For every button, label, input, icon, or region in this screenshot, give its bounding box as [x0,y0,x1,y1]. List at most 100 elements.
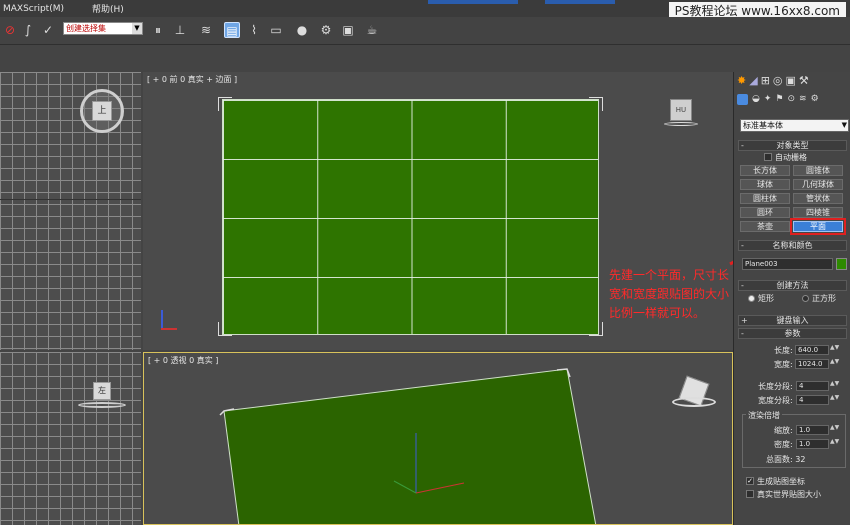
panel-tabs: ✸ ◢ ⊞ ◎ ▣ ⚒ [737,74,848,90]
cone-button[interactable]: 圆锥体 [793,165,843,176]
render-frame-icon[interactable]: ▣ [340,22,356,38]
autogrid-checkbox[interactable] [764,153,772,161]
helpers-icon[interactable]: ⊙ [787,94,795,110]
align-icon[interactable]: ⊥ [172,22,188,38]
viewcube-face[interactable]: HU [670,99,692,121]
rollout-creation-method[interactable]: - 创建方法 [738,280,847,291]
hierarchy-tab-icon[interactable]: ⊞ [761,74,770,90]
annotation-text: 先建一个平面，尺寸长宽和宽度跟贴图的大小比例一样就可以。 [609,268,730,320]
width-label: 宽度: [774,360,793,369]
menu-help[interactable]: 帮助(H) [89,2,131,15]
object-name-input[interactable]: Plane003 [742,258,833,270]
viewcube-ring [672,397,716,407]
selection-bracket [218,322,232,336]
render-teapot-icon[interactable]: ☕ [364,22,380,38]
viewcube-ring [664,122,698,126]
width-segs-spinner[interactable]: ▲▼ [830,395,839,405]
viewcube-face[interactable]: 上 [92,101,112,121]
length-segs-spinner[interactable]: ▲▼ [830,381,839,391]
mirror-icon[interactable]: ⏸ [150,22,166,38]
systems-icon[interactable]: ⚙ [811,94,819,110]
width-input[interactable]: 1024.0 [795,359,829,369]
axis-gizmo-x [161,328,177,330]
selection-bracket [218,97,232,111]
length-segs-input[interactable]: 4 [796,381,829,391]
create-tab-icon[interactable]: ✸ [737,74,746,90]
selection-bracket [589,97,603,111]
abc-icon[interactable]: ✓ [40,22,56,38]
geosphere-button[interactable]: 几何球体 [793,179,843,190]
teapot-button[interactable]: 茶壶 [740,221,790,232]
modify-tab-icon[interactable]: ◢ [749,74,757,90]
length-label: 长度: [774,346,793,355]
layer-manager-icon[interactable]: ≋ [198,22,214,38]
scene-explorer-icon[interactable]: ▤ [224,22,240,38]
gen-mapping-checkbox[interactable]: ✓ [746,477,754,485]
unlink-icon[interactable]: ∫ [20,22,36,38]
rollout-parameters[interactable]: - 参数 [738,328,847,339]
motion-tab-icon[interactable]: ◎ [773,74,783,90]
sphere-button[interactable]: 球体 [740,179,790,190]
axis-gizmo-icon [161,310,163,330]
cylinder-button[interactable]: 圆柱体 [740,193,790,204]
spacewarps-icon[interactable]: ≋ [799,94,807,110]
select-link-icon[interactable]: ⊘ [2,22,18,38]
schematic-view-icon[interactable]: ▭ [268,22,284,38]
menu-maxscript[interactable]: MAXScript(M) [0,4,71,14]
rollout-keyboard-entry[interactable]: + 键盘输入 [738,315,847,326]
taskbar-strip [428,0,518,4]
render-setup-icon[interactable]: ⚙ [318,22,334,38]
selection-bracket [589,322,603,336]
geometry-icon[interactable] [737,94,748,105]
scale-spinner[interactable]: ▲▼ [830,425,839,435]
command-panel: ✸ ◢ ⊞ ◎ ▣ ⚒ ◒ ✦ ⚑ ⊙ ≋ ⚙ 标准基本体 ▼ - 对象类型 自动… [733,72,850,525]
width-segs-input[interactable]: 4 [796,395,829,405]
density-spinner[interactable]: ▲▼ [830,439,839,449]
real-world-checkbox[interactable] [746,490,754,498]
object-category-icons: ◒ ✦ ⚑ ⊙ ≋ ⚙ [737,94,848,110]
viewport-top[interactable]: 上 [0,72,141,350]
selection-set-dropdown[interactable]: 创建选择集 ▼ [63,22,143,35]
utilities-tab-icon[interactable]: ⚒ [799,74,809,90]
box-button[interactable]: 长方体 [740,165,790,176]
plane-button[interactable]: 平面 [790,218,846,235]
square-radio[interactable] [802,295,809,302]
scale-label: 缩放: [774,426,793,435]
taskbar-strip [545,0,615,4]
shapes-icon[interactable]: ◒ [752,94,760,110]
gen-mapping-label: 生成贴图坐标 [757,477,805,486]
length-input[interactable]: 640.0 [795,345,829,355]
length-spinner[interactable]: ▲▼ [830,345,839,355]
rollout-object-type[interactable]: - 对象类型 [738,140,847,151]
pyramid-button[interactable]: 四棱锥 [793,207,843,218]
width-segs-label: 宽度分段: [758,396,793,405]
lights-icon[interactable]: ✦ [764,94,772,110]
density-label: 密度: [774,440,793,449]
rollout-name-color[interactable]: - 名称和颜色 [738,240,847,251]
render-mult-title: 渲染倍增 [746,410,782,421]
width-spinner[interactable]: ▲▼ [830,359,839,369]
object-color-swatch[interactable] [836,258,847,270]
tube-button[interactable]: 管状体 [793,193,843,204]
viewport-perspective[interactable]: [ + 0 透视 0 真实 ] [143,352,733,525]
torus-button[interactable]: 圆环 [740,207,790,218]
rectangle-radio[interactable] [748,295,755,302]
rectangle-label: 矩形 [758,294,774,303]
density-input[interactable]: 1.0 [796,439,829,449]
total-faces: 总面数: 32 [766,455,806,464]
autogrid-label: 自动栅格 [775,153,807,162]
viewport-header-strip [0,46,733,72]
category-dropdown[interactable]: 标准基本体 ▼ [740,119,849,132]
viewport-left[interactable]: 左 [0,352,141,525]
material-editor-icon[interactable]: ● [294,22,310,38]
curve-editor-icon[interactable]: ⌇ [246,22,262,38]
cameras-icon[interactable]: ⚑ [775,94,783,110]
viewcube-face[interactable]: 左 [93,382,111,400]
plane-object-front[interactable] [222,99,599,335]
viewport-label[interactable]: [ + 0 前 0 真实 + 边面 ] [147,74,237,85]
perspective-plane [219,368,597,524]
viewcube-ring[interactable] [78,402,126,408]
scale-input[interactable]: 1.0 [796,425,829,435]
grid-axis-line [0,199,141,200]
display-tab-icon[interactable]: ▣ [786,74,796,90]
